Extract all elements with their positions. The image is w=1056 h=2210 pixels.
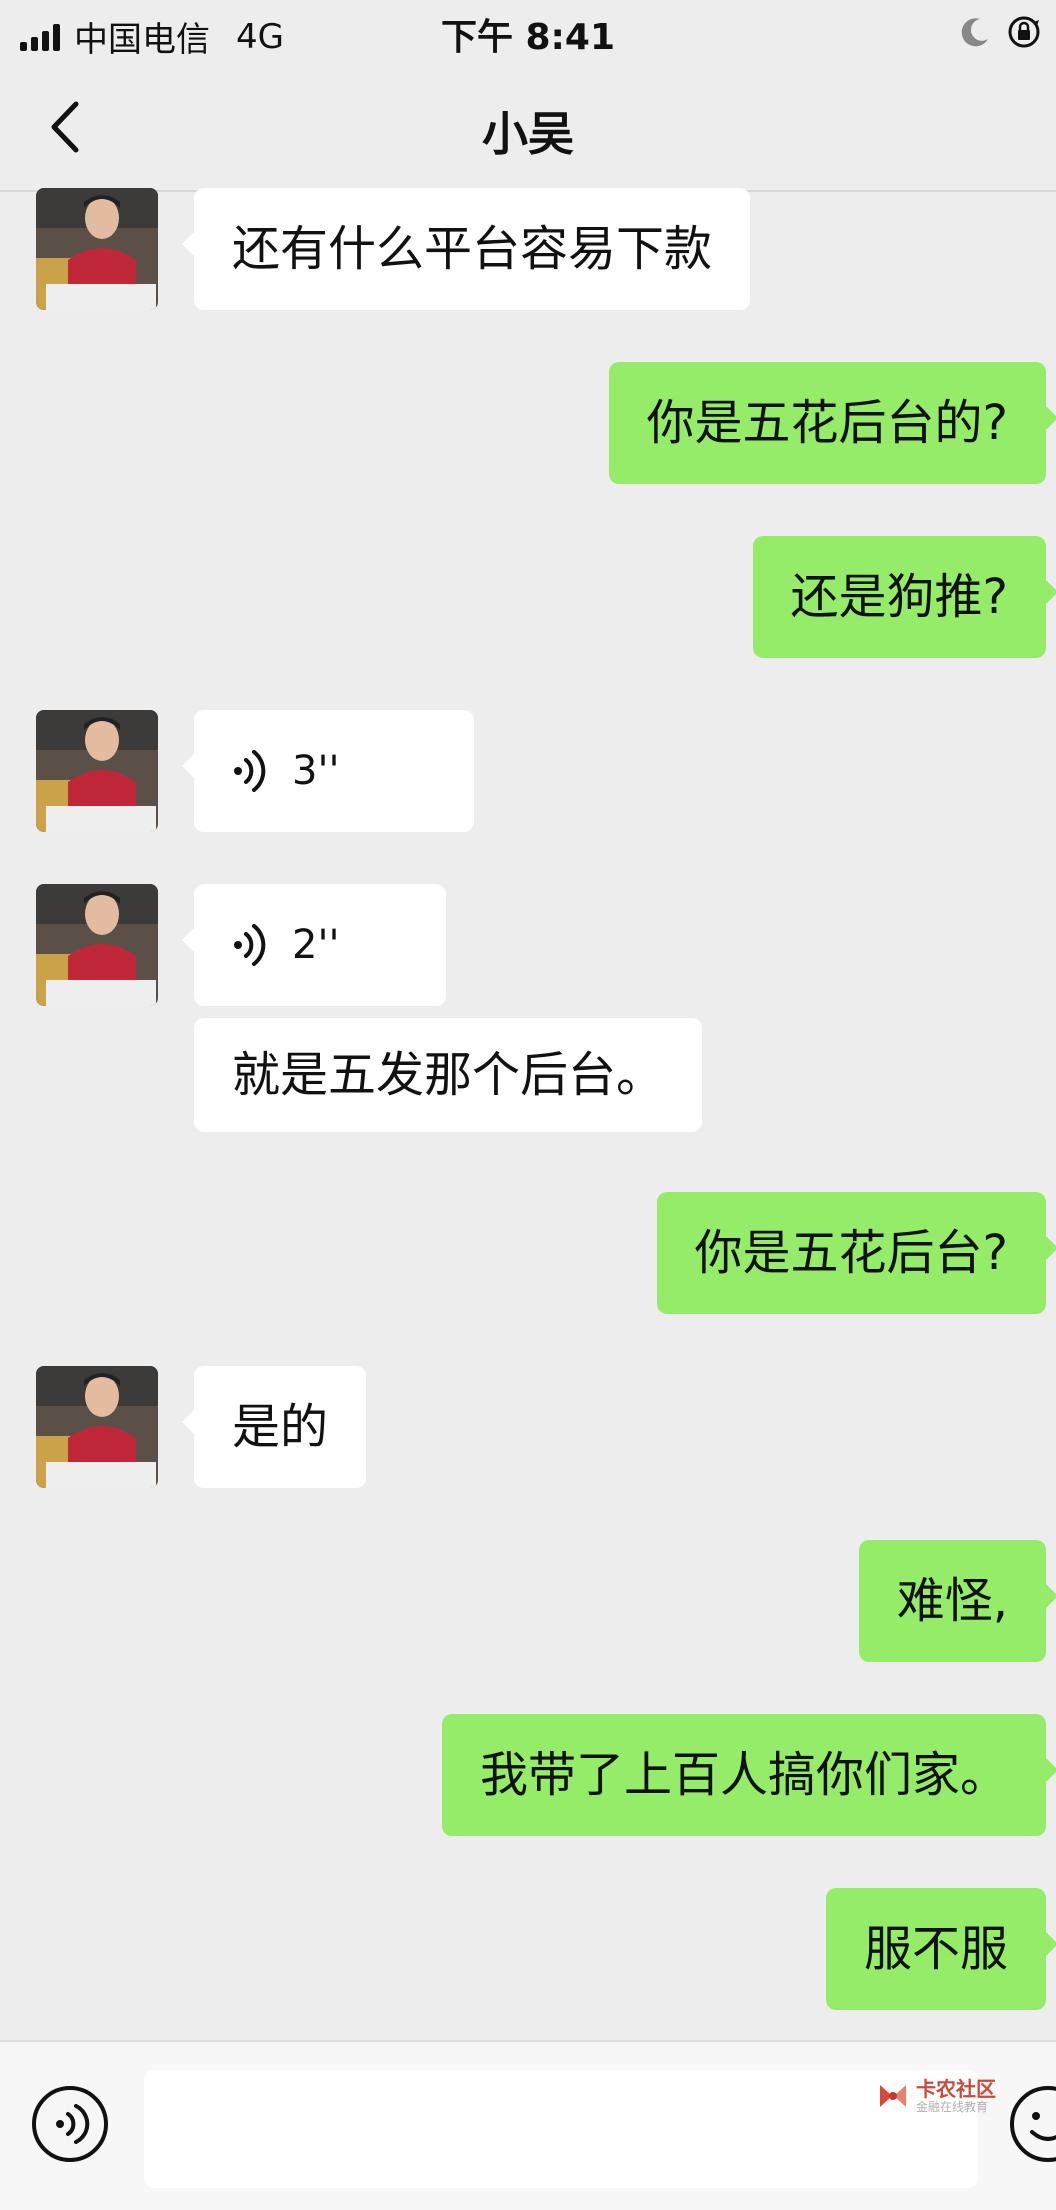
watermark: 卡农社区 金融在线教育 [876, 2078, 996, 2114]
voice-duration: 3'' [292, 748, 340, 794]
message-bubble-sent[interactable]: 你是五花后台的? [608, 362, 1056, 484]
message-bubble-sent[interactable]: 你是五花后台? [656, 1192, 1056, 1314]
avatar-photo [36, 188, 158, 310]
watermark-name: 卡农社区 [916, 2077, 996, 2101]
avatar-photo [36, 710, 158, 832]
watermark-sub: 金融在线教育 [916, 2100, 989, 2114]
avatar-photo [36, 1366, 158, 1488]
voice-wave-icon [234, 750, 266, 792]
message-bubble-received[interactable]: 还有什么平台容易下款 [181, 188, 751, 310]
chat-title: 小吴 [482, 107, 574, 161]
message-input[interactable] [144, 2070, 978, 2188]
voice-message[interactable]: 3'' [182, 710, 474, 832]
kanong-logo-icon [880, 2085, 906, 2107]
message-bubble-sent[interactable]: 还是狗推? [752, 536, 1056, 658]
message-bubble-sent[interactable]: 难怪, [858, 1540, 1056, 1662]
voice-duration: 2'' [292, 922, 340, 968]
chat-input-bar [0, 2040, 1056, 2210]
avatar-photo [36, 884, 158, 1006]
voice-message[interactable]: 2'' [182, 884, 446, 1006]
moon-icon [961, 18, 988, 47]
message-bubble-sent[interactable]: 我带了上百人搞你们家。 [441, 1714, 1056, 1836]
voice-wave-icon [234, 924, 266, 966]
voice-input-icon[interactable] [30, 2084, 110, 2164]
emoji-icon[interactable] [1008, 2084, 1056, 2164]
avatar[interactable] [36, 884, 158, 1006]
avatar[interactable] [36, 1366, 158, 1488]
clock: 下午 8:41 [440, 17, 616, 58]
rotation-lock-icon [1008, 16, 1040, 48]
message-bubble-sent[interactable]: 服不服 [825, 1888, 1056, 2010]
message-bubble-received[interactable]: 就是五发那个后台。 [194, 1018, 703, 1132]
chat-header: 小吴 [0, 64, 1056, 192]
message-bubble-received[interactable]: 是的 [181, 1366, 367, 1488]
avatar[interactable] [36, 710, 158, 832]
avatar[interactable] [36, 188, 158, 310]
status-bar: 中国电信 4G 下午 8:41 [0, 0, 1056, 64]
